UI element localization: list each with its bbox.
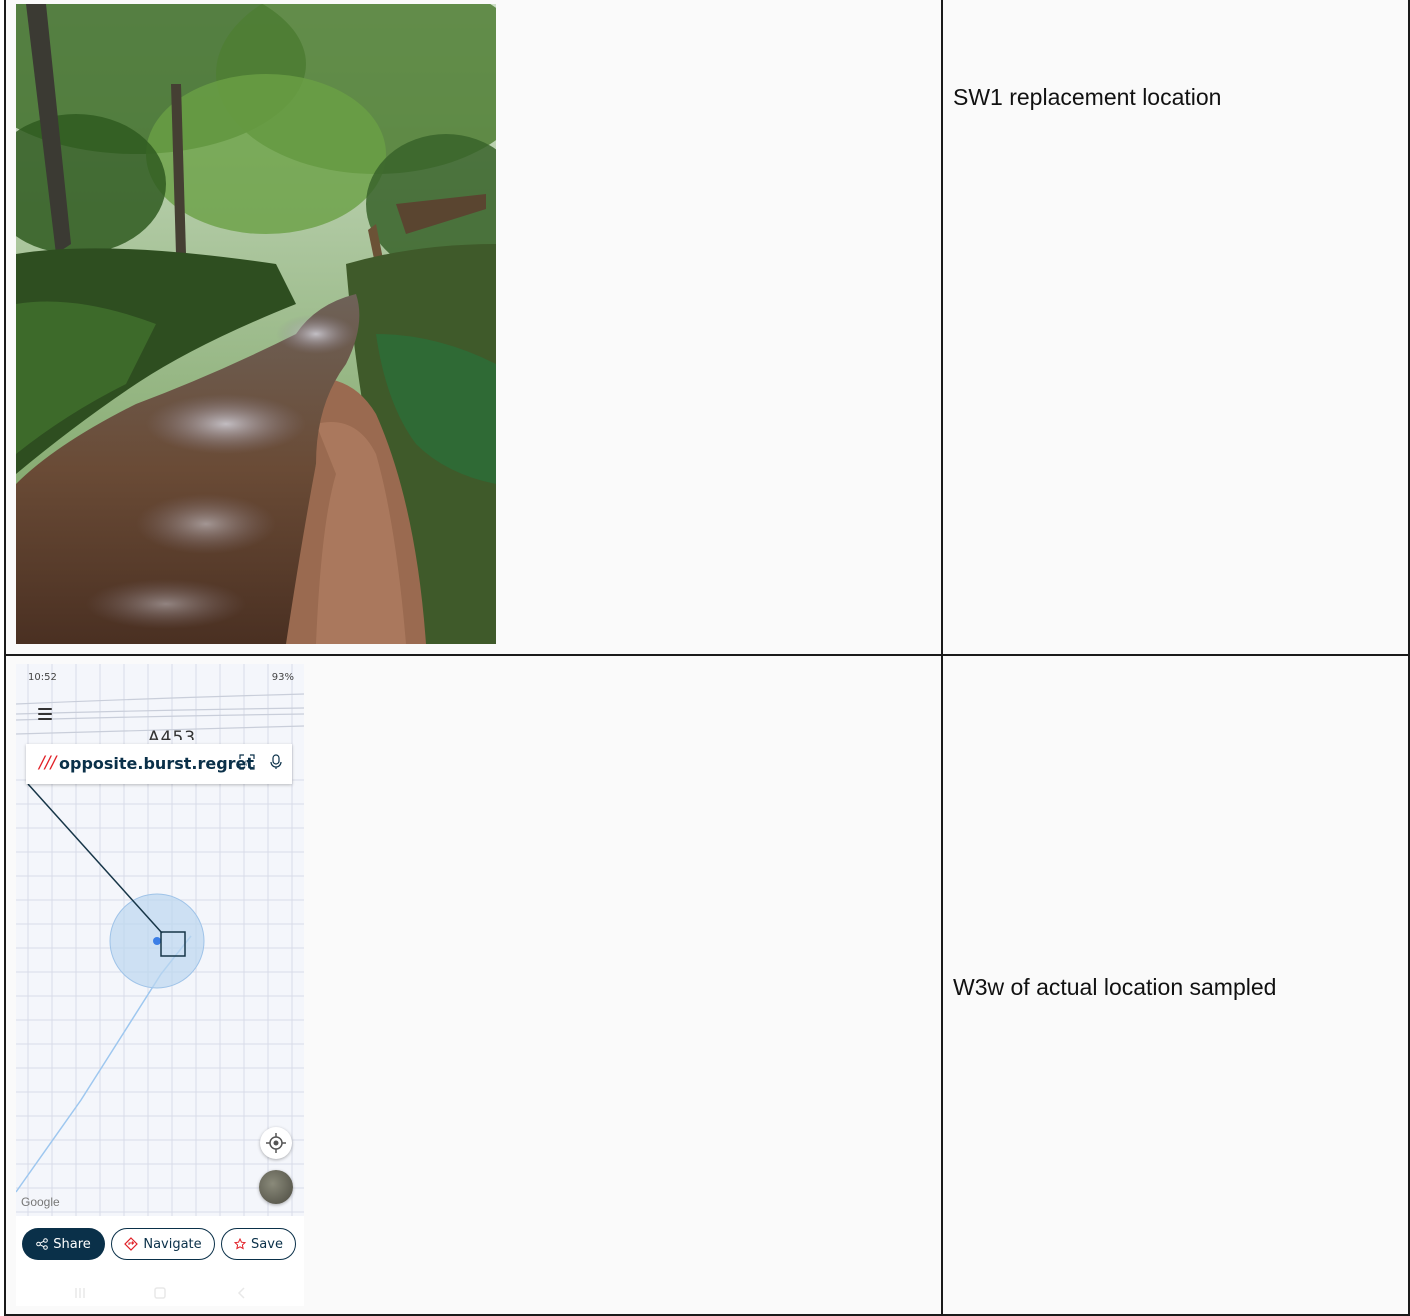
crosshair-icon <box>266 1133 286 1153</box>
w3w-address: opposite.burst.regret <box>59 754 255 773</box>
google-logo: Google <box>21 1195 60 1209</box>
table-border-left <box>4 0 6 1316</box>
share-icon <box>36 1238 49 1250</box>
w3w-phone-screenshot: 10:52 93% A453 /// opposite.burst.regret… <box>16 664 304 1306</box>
system-nav-bar <box>75 1287 245 1299</box>
navigate-button[interactable]: Navigate <box>111 1228 215 1260</box>
save-button[interactable]: Save <box>221 1228 296 1260</box>
action-bar: Share Navigate Save <box>16 1216 304 1306</box>
road-label: A453 <box>148 728 197 740</box>
w3w-slashes: /// <box>39 753 57 773</box>
scan-icon[interactable]: /// <box>239 754 255 770</box>
description-text-1: SW1 replacement location <box>953 84 1222 110</box>
table-border-middle <box>941 0 943 1316</box>
hamburger-menu-icon[interactable] <box>38 708 52 720</box>
w3w-address-bar[interactable]: /// opposite.burst.regret /// <box>26 744 292 784</box>
description-text-2: W3w of actual location sampled <box>953 974 1277 1000</box>
svg-text:///: /// <box>244 760 251 767</box>
satellite-view-button[interactable] <box>259 1170 293 1204</box>
status-time: 10:52 <box>28 672 57 683</box>
navigate-label: Navigate <box>143 1236 202 1252</box>
my-location-button[interactable] <box>260 1127 292 1159</box>
table-row-divider <box>4 654 1410 656</box>
share-button[interactable]: Share <box>22 1228 105 1260</box>
star-icon <box>234 1238 247 1250</box>
share-label: Share <box>53 1236 91 1252</box>
battery-level: 93% <box>271 672 294 683</box>
microphone-icon[interactable] <box>269 754 283 770</box>
river-photo <box>16 4 496 644</box>
save-label: Save <box>251 1236 283 1252</box>
document-table: SW1 replacement location 10:52 93% A453 … <box>0 0 1410 1316</box>
navigate-icon <box>124 1237 139 1251</box>
status-bar: 10:52 93% <box>28 672 294 686</box>
